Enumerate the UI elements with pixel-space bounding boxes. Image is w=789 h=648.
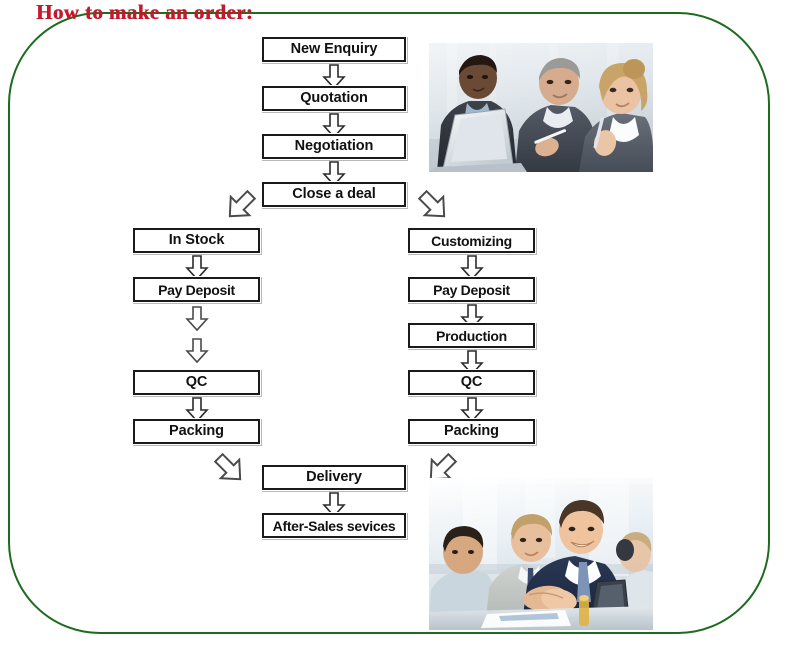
flow-node-label: Close a deal (292, 186, 376, 203)
flow-node-label: New Enquiry (290, 41, 378, 58)
flow-node-packing-left[interactable]: Packing (133, 419, 260, 444)
arrow-down-icon (184, 306, 210, 332)
photo-handshake (429, 478, 653, 630)
flow-node-negotiation[interactable]: Negotiation (262, 134, 406, 159)
flow-node-label: In Stock (168, 232, 225, 249)
flow-node-label: QC (185, 374, 208, 391)
flow-node-label: Production (436, 327, 507, 344)
photo-business-meeting (429, 43, 653, 172)
flow-node-new-enquiry[interactable]: New Enquiry (262, 37, 406, 62)
flow-node-delivery[interactable]: Delivery (262, 465, 406, 490)
flow-node-after-sales-services[interactable]: After-Sales sevices (262, 513, 406, 538)
flow-node-label: Quotation (300, 90, 368, 107)
flow-node-in-stock[interactable]: In Stock (133, 228, 260, 253)
flow-node-label: Customizing (431, 232, 512, 249)
flow-node-label: Packing (444, 423, 499, 440)
flow-node-label: Delivery (306, 469, 362, 486)
flow-node-pay-deposit-left[interactable]: Pay Deposit (133, 277, 260, 302)
flow-node-label: Packing (169, 423, 224, 440)
flow-node-packing-right[interactable]: Packing (408, 419, 535, 444)
flow-node-close-a-deal[interactable]: Close a deal (262, 182, 406, 207)
arrow-down-icon (184, 338, 210, 364)
flow-node-label: Negotiation (294, 138, 374, 155)
flow-node-label: Pay Deposit (158, 281, 235, 298)
flow-node-qc-right[interactable]: QC (408, 370, 535, 395)
flow-node-production[interactable]: Production (408, 323, 535, 348)
flow-node-label: After-Sales sevices (272, 517, 396, 534)
flow-node-pay-deposit-right[interactable]: Pay Deposit (408, 277, 535, 302)
flow-node-customizing[interactable]: Customizing (408, 228, 535, 253)
flow-node-qc-left[interactable]: QC (133, 370, 260, 395)
page-title: How to make an order: (36, 0, 254, 24)
flow-node-label: Pay Deposit (433, 281, 510, 298)
flow-node-label: QC (460, 374, 483, 391)
flow-node-quotation[interactable]: Quotation (262, 86, 406, 111)
